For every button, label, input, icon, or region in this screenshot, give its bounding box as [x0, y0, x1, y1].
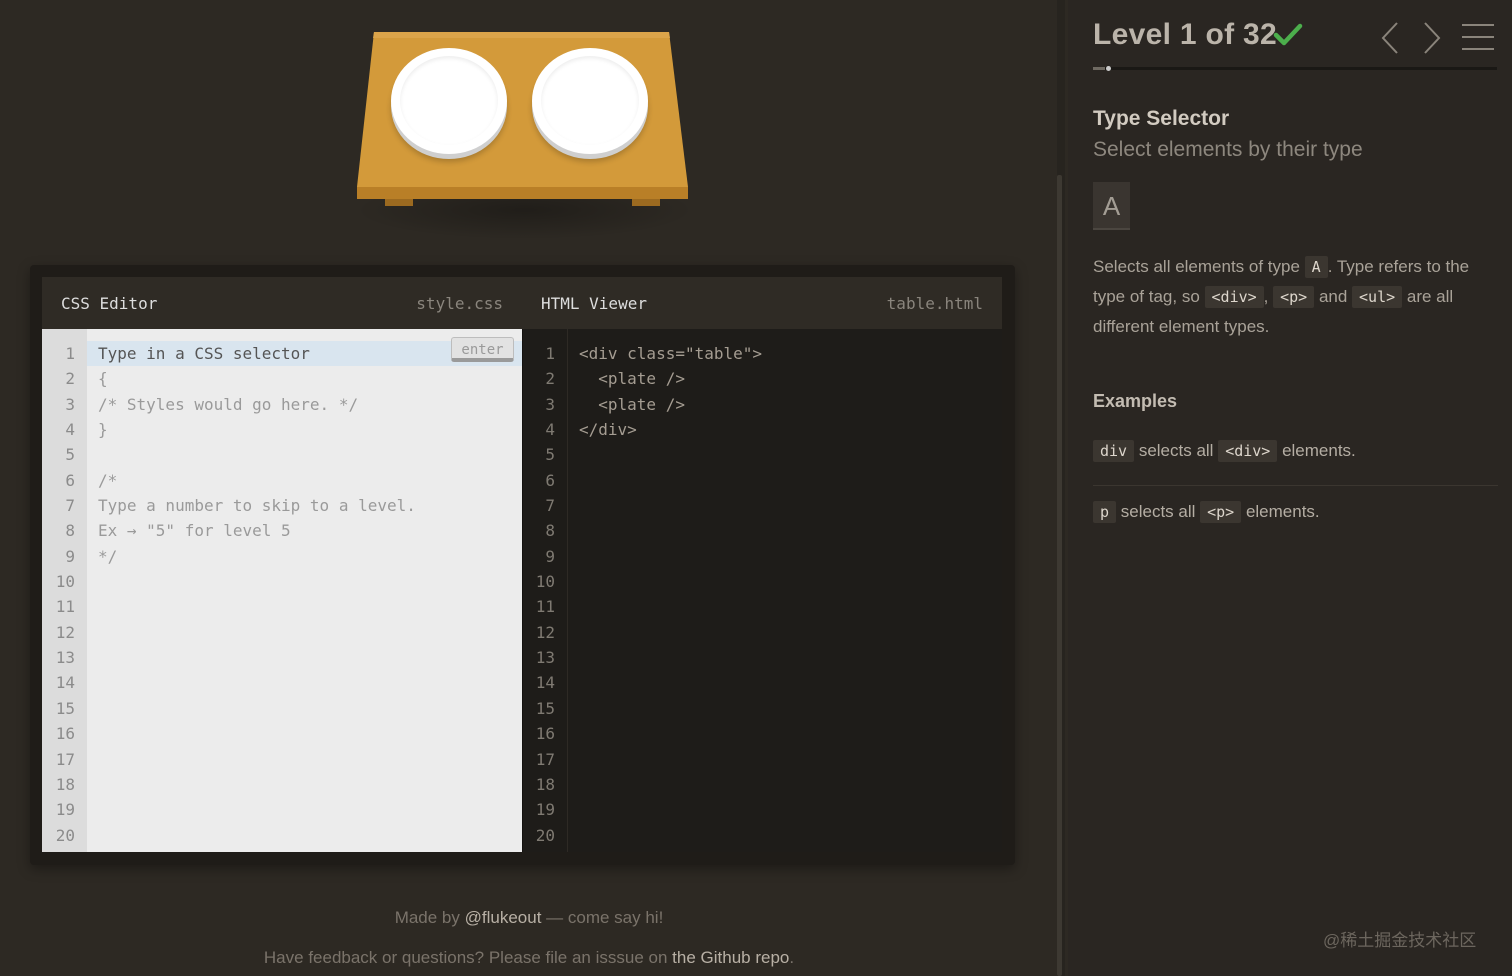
line-number: 12: [55, 622, 75, 642]
footer-credit: Made by @flukeout — come say hi!: [394, 908, 664, 927]
line-number: 4: [545, 420, 555, 440]
css-code-line: /*: [98, 470, 118, 490]
html-code: <div class="table"> <plate /> <plate /> <…: [568, 329, 1002, 852]
github-repo-link[interactable]: the Github repo: [672, 948, 789, 967]
sidebar: Level 1 of 32 Type Selector Select eleme…: [1068, 0, 1512, 976]
line-number: 14: [535, 673, 555, 693]
line-number: 8: [545, 521, 555, 541]
line-number: 19: [55, 800, 75, 820]
css-editor-pane: CSS Editor style.css 1 2 3 4 5 6 7 8 9 10 11 12 13 14…: [42, 277, 522, 852]
selector-name: Type Selector: [1093, 107, 1230, 130]
css-code-line: [98, 442, 522, 467]
tag-div: <div>: [1204, 286, 1264, 308]
css-code-line: Ex → "5" for level 5: [98, 521, 291, 541]
plate[interactable]: [532, 48, 648, 154]
line-number: 17: [55, 749, 75, 769]
enter-button[interactable]: enter: [451, 337, 514, 363]
line-number: 8: [65, 521, 75, 541]
css-selector-input[interactable]: [98, 341, 438, 366]
html-viewer-header: HTML Viewer table.html: [522, 277, 1002, 329]
examples-title: Examples: [1093, 391, 1178, 411]
line-number: 18: [55, 774, 75, 794]
line-number: 6: [545, 470, 555, 490]
footer-feedback: Have feedback or questions? Please file …: [263, 948, 795, 967]
chevron-right-icon[interactable]: [1420, 20, 1444, 56]
css-line-numbers: 1 2 3 4 5 6 7 8 9 10 11 12 13 14 15 16 17 18 19 20: [42, 329, 87, 852]
line-number: 9: [65, 546, 75, 566]
line-number: 15: [55, 698, 75, 718]
line-number: 12: [535, 622, 555, 642]
chevron-left-icon[interactable]: [1378, 20, 1402, 56]
line-number: 2: [545, 369, 555, 389]
css-file-name: style.css: [416, 293, 503, 313]
example-item: p selects all <p> elements.: [1093, 501, 1320, 523]
line-number: 20: [55, 825, 75, 845]
watermark: @稀土掘金技术社区: [1323, 931, 1477, 950]
line-number: 10: [55, 572, 75, 592]
line-number: 3: [545, 394, 555, 414]
html-line-numbers: 1 2 3 4 5 6 7 8 9 10 11 12 13 14 15 16 17 18 19 20: [523, 329, 568, 852]
progress-dot: [1106, 66, 1111, 71]
line-number: 9: [545, 546, 555, 566]
line-number: 2: [65, 369, 75, 389]
css-code-line: {: [98, 369, 108, 389]
line-number: 6: [65, 470, 75, 490]
selector-title: Select elements by their type: [1093, 138, 1363, 161]
css-code-line: Type a number to skip to a level.: [98, 496, 416, 516]
line-number: 11: [535, 597, 555, 617]
line-number: 19: [535, 800, 555, 820]
line-number: 10: [535, 572, 555, 592]
html-code-line: <div class="table">: [579, 344, 763, 363]
table: [357, 32, 688, 206]
line-number: 17: [535, 749, 555, 769]
tag-a: A: [1304, 256, 1328, 278]
html-code-line: </div>: [579, 420, 637, 440]
html-code-line: <plate />: [579, 394, 685, 414]
check-icon: [1273, 23, 1303, 46]
line-number: 11: [55, 597, 75, 617]
css-code-line: }: [98, 420, 108, 440]
line-number: 18: [535, 774, 555, 794]
syntax-box: A: [1093, 182, 1130, 230]
example-item: div selects all <div> elements.: [1093, 440, 1356, 462]
tag-p: <p>: [1273, 286, 1315, 308]
level-progress-bar: [1093, 66, 1497, 71]
tag-ul: <ul>: [1352, 286, 1403, 308]
scrollbar-thumb[interactable]: [1057, 175, 1062, 976]
author-link[interactable]: @flukeout: [465, 908, 542, 927]
level-title: Level 1 of 32: [1093, 18, 1277, 51]
line-number: 4: [65, 420, 75, 440]
line-number: 3: [65, 394, 75, 414]
css-code-line: */: [98, 546, 118, 566]
line-number: 5: [65, 445, 75, 465]
css-editor-header: CSS Editor style.css: [42, 277, 522, 329]
line-number: 16: [535, 724, 555, 744]
css-editor-title: CSS Editor: [61, 293, 158, 313]
html-viewer-title: HTML Viewer: [541, 293, 647, 313]
line-number: 1: [545, 344, 555, 363]
line-number: 20: [535, 825, 555, 845]
line-number: 7: [65, 496, 75, 516]
hint-text: Selects all elements of type A. Type ref…: [1093, 256, 1470, 336]
line-number: 7: [545, 496, 555, 516]
code-editor: CSS Editor style.css 1 2 3 4 5 6 7 8 9 10 11 12 13 14…: [30, 265, 1015, 865]
html-viewer-pane: HTML Viewer table.html 1 2 3 4 5 6 7 8 9 10 11 12 13…: [522, 277, 1002, 852]
css-code: enter { /* Styles would go here. */} /* Typ…: [87, 329, 522, 852]
line-number: 13: [535, 648, 555, 668]
progress-fill: [1093, 67, 1106, 70]
css-code-line: /* Styles would go here. */: [98, 394, 359, 414]
line-number: 1: [65, 344, 75, 363]
line-number: 14: [55, 673, 75, 693]
line-number: 16: [55, 724, 75, 744]
plate[interactable]: [391, 48, 507, 154]
line-number: 15: [535, 698, 555, 718]
html-file-name: table.html: [886, 293, 983, 313]
line-number: 5: [545, 445, 555, 465]
line-number: 13: [55, 648, 75, 668]
menu-icon[interactable]: [1461, 22, 1495, 52]
divider: [1093, 485, 1498, 486]
game-area: CSS Editor style.css 1 2 3 4 5 6 7 8 9 10 11 12 13 14…: [0, 0, 1058, 976]
html-code-line: <plate />: [579, 369, 685, 389]
